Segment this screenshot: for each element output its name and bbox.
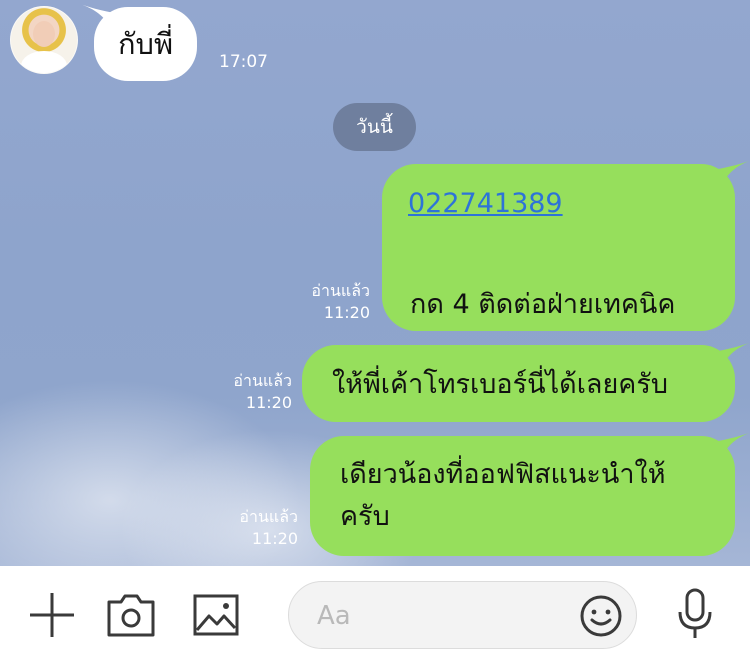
message-text: กด 4 ติดต่อฝ่ายเทคนิค (410, 289, 676, 320)
incoming-message-bubble[interactable]: กับพี่ (94, 7, 198, 81)
contact-avatar[interactable] (10, 6, 78, 74)
incoming-message-time: 17:07 (219, 52, 268, 72)
plus-icon[interactable] (28, 591, 76, 639)
incoming-message-text: กับพี่ (118, 27, 174, 61)
read-status: อ่านแล้ว (233, 371, 292, 390)
message-text-line: เดียวน้องที่ออฟฟิสแนะนำให้ (340, 459, 666, 490)
message-input[interactable]: Aa (288, 581, 637, 649)
read-status: อ่านแล้ว (311, 281, 370, 300)
camera-icon[interactable] (106, 592, 156, 638)
emoji-icon[interactable] (579, 594, 623, 638)
phone-number-link[interactable]: 022741389 (408, 188, 709, 219)
read-receipt: อ่านแล้ว 11:20 (222, 370, 292, 414)
read-status: อ่านแล้ว (239, 507, 298, 526)
read-receipt: อ่านแล้ว 11:20 (300, 280, 370, 324)
message-time: 11:20 (323, 303, 370, 322)
message-text: ให้พี่เค้าโทรเบอร์นี่ได้เลยครับ (332, 369, 668, 400)
outgoing-message-bubble[interactable]: ให้พี่เค้าโทรเบอร์นี่ได้เลยครับ (302, 345, 735, 422)
read-receipt: อ่านแล้ว 11:20 (228, 506, 298, 550)
outgoing-message-bubble[interactable]: เดียวน้องที่ออฟฟิสแนะนำให้ ครับ (310, 436, 735, 556)
chat-area: กับพี่ 17:07 วันนี้ อ่านแล้ว 11:20 02274… (0, 0, 750, 566)
message-input-placeholder: Aa (317, 601, 351, 631)
message-time: 11:20 (245, 393, 292, 412)
microphone-icon[interactable] (675, 588, 715, 640)
message-text-line: ครับ (340, 501, 390, 532)
date-divider: วันนี้ (333, 103, 416, 151)
date-divider-label: วันนี้ (356, 116, 393, 138)
message-time: 11:20 (251, 529, 298, 548)
image-icon[interactable] (193, 594, 239, 636)
outgoing-message-bubble[interactable]: 022741389 กด 4 ติดต่อฝ่ายเทคนิค (382, 164, 735, 331)
